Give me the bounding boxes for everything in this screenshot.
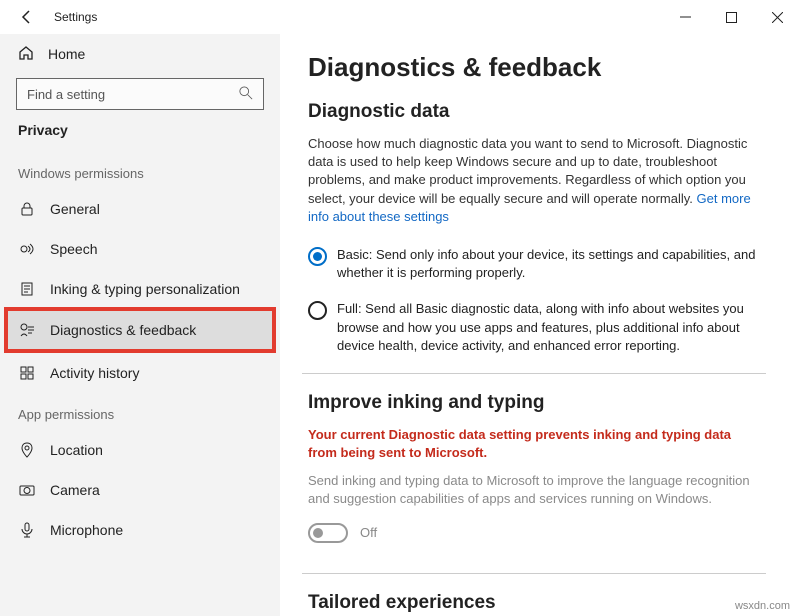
back-button[interactable] [10, 0, 44, 34]
content-area[interactable]: Diagnostics & feedback Diagnostic data C… [280, 34, 800, 616]
toggle-switch-off [308, 523, 348, 543]
location-icon [18, 442, 36, 458]
sidebar-item-speech[interactable]: Speech [0, 229, 280, 269]
search-input[interactable]: Find a setting [16, 78, 264, 110]
radio-basic[interactable]: Basic: Send only info about your device,… [308, 246, 760, 282]
history-icon [18, 365, 36, 381]
sidebar-item-label: Activity history [50, 365, 139, 381]
group-app-permissions: App permissions [0, 393, 280, 430]
divider [302, 573, 766, 574]
improve-desc: Send inking and typing data to Microsoft… [308, 472, 760, 508]
search-icon [239, 86, 253, 103]
sidebar-item-general[interactable]: General [0, 189, 280, 229]
divider [302, 373, 766, 374]
diagnostic-desc: Choose how much diagnostic data you want… [308, 135, 760, 226]
sidebar-item-microphone[interactable]: Microphone [0, 510, 280, 550]
home-label: Home [48, 46, 85, 62]
minimize-button[interactable] [662, 0, 708, 34]
home-icon [18, 45, 34, 64]
app-title: Settings [54, 10, 97, 24]
group-windows-permissions: Windows permissions [0, 152, 280, 189]
radio-icon-checked [308, 247, 327, 266]
watermark: wsxdn.com [735, 600, 790, 612]
maximize-button[interactable] [708, 0, 754, 34]
microphone-icon [18, 522, 36, 538]
sidebar-item-label: Speech [50, 241, 97, 257]
sidebar-item-label: Camera [50, 482, 100, 498]
improve-heading: Improve inking and typing [308, 392, 760, 414]
tailored-heading: Tailored experiences [308, 592, 760, 614]
radio-basic-label: Basic: Send only info about your device,… [337, 246, 760, 282]
toggle-label: Off [360, 525, 377, 540]
sidebar-item-label: Diagnostics & feedback [50, 322, 196, 338]
sidebar-item-inking[interactable]: Inking & typing personalization [0, 269, 280, 309]
close-button[interactable] [754, 0, 800, 34]
arrow-left-icon [19, 9, 35, 25]
close-icon [772, 12, 783, 23]
sidebar-item-camera[interactable]: Camera [0, 470, 280, 510]
sidebar-item-label: General [50, 201, 100, 217]
home-nav[interactable]: Home [0, 34, 280, 74]
section-current: Privacy [0, 122, 280, 152]
radio-full-label: Full: Send all Basic diagnostic data, al… [337, 300, 760, 355]
radio-icon-unchecked [308, 301, 327, 320]
maximize-icon [726, 12, 737, 23]
sidebar-item-label: Inking & typing personalization [50, 281, 240, 297]
sidebar-item-activity[interactable]: Activity history [0, 353, 280, 393]
sidebar-item-label: Microphone [50, 522, 123, 538]
radio-full[interactable]: Full: Send all Basic diagnostic data, al… [308, 300, 760, 355]
improve-toggle[interactable]: Off [308, 523, 760, 543]
improve-warning: Your current Diagnostic data setting pre… [308, 426, 760, 462]
sidebar-item-location[interactable]: Location [0, 430, 280, 470]
titlebar: Settings [0, 0, 800, 34]
sidebar-item-diagnostics[interactable]: Diagnostics & feedback [4, 307, 276, 353]
lock-icon [18, 201, 36, 217]
sidebar: Home Find a setting Privacy Windows perm… [0, 34, 280, 616]
sidebar-item-label: Location [50, 442, 103, 458]
diagnostic-data-heading: Diagnostic data [308, 101, 760, 123]
camera-icon [18, 482, 36, 498]
feedback-icon [18, 322, 36, 338]
search-placeholder: Find a setting [27, 87, 105, 102]
minimize-icon [680, 12, 691, 23]
page-title: Diagnostics & feedback [308, 52, 760, 83]
speech-icon [18, 241, 36, 257]
document-icon [18, 281, 36, 297]
